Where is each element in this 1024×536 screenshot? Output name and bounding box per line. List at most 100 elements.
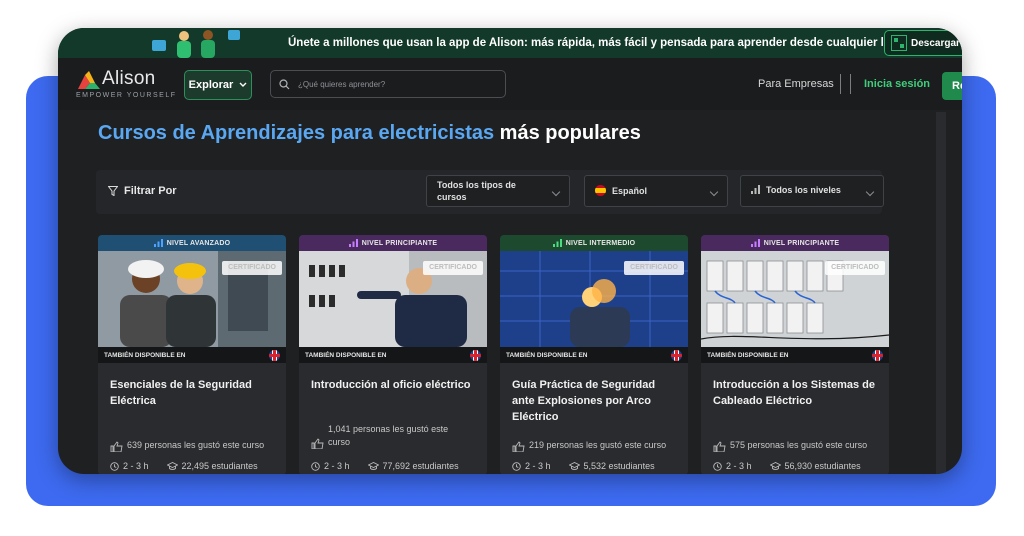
- level-text: NIVEL PRINCIPIANTE: [763, 239, 840, 247]
- spain-flag-icon: [595, 185, 606, 196]
- available-in-bar: TAMBIÉN DISPONIBLE EN: [98, 347, 286, 363]
- top-navigation: Alison EMPOWER YOURSELF Explorar Para Em…: [58, 58, 962, 110]
- level-text: NIVEL AVANZADO: [166, 239, 231, 247]
- course-likes: 639 personas les gustó este curso: [110, 439, 278, 452]
- level-bars-icon: [750, 239, 760, 247]
- thumbs-up-icon: [311, 438, 324, 449]
- course-title[interactable]: Introducción al oficio eléctrico: [311, 377, 479, 393]
- course-type-select[interactable]: Todos los tipos de cursos: [426, 175, 570, 207]
- clock-icon: [512, 461, 521, 471]
- course-duration: 2 - 3 h: [123, 461, 149, 471]
- level-text: NIVEL INTERMEDIO: [565, 239, 636, 247]
- course-likes: 1,041 personas les gustó este curso: [311, 423, 479, 449]
- available-in-bar: TAMBIÉN DISPONIBLE EN: [701, 347, 889, 363]
- chevron-down-icon: [709, 187, 719, 197]
- certificate-tag: CERTIFICADO: [222, 261, 282, 275]
- level-bars-icon: [153, 239, 163, 247]
- thumbs-up-icon: [110, 441, 123, 452]
- filter-label: Filtrar Por: [108, 185, 177, 197]
- banner-message: Únete a millones que usan la app de Alis…: [288, 36, 920, 49]
- level-select[interactable]: Todos los niveles: [740, 175, 884, 207]
- course-students: 77,692 estudiantes: [382, 461, 459, 471]
- clock-icon: [713, 461, 722, 471]
- course-type-value: Todos los tipos de cursos: [437, 180, 516, 202]
- course-card[interactable]: NIVEL PRINCIPIANTE CERTIFICADO TAMBIÉN D…: [299, 235, 487, 474]
- certificate-tag: CERTIFICADO: [423, 261, 483, 275]
- graduation-cap-icon: [166, 461, 178, 470]
- course-students: 22,495 estudiantes: [181, 461, 258, 471]
- thumbs-up-icon: [512, 441, 525, 452]
- course-duration: 2 - 3 h: [726, 461, 752, 471]
- course-card[interactable]: NIVEL AVANZADO CERTIFICADO TAMBIÉN DISPO…: [98, 235, 286, 474]
- course-students: 5,532 estudiantes: [583, 461, 655, 471]
- for-business-link[interactable]: Para Empresas: [758, 78, 834, 90]
- download-app-button[interactable]: Descargar: [884, 30, 962, 56]
- uk-flag-icon: [671, 349, 682, 361]
- graduation-cap-icon: [769, 461, 781, 470]
- logo-name: Alison: [102, 68, 156, 89]
- level-badge: NIVEL AVANZADO: [98, 235, 286, 251]
- available-label: TAMBIÉN DISPONIBLE EN: [104, 351, 186, 359]
- course-duration: 2 - 3 h: [525, 461, 551, 471]
- certificate-tag: CERTIFICADO: [624, 261, 684, 275]
- chevron-down-icon: [239, 82, 247, 87]
- course-meta: 2 - 3 h 22,495 estudiantes: [110, 461, 258, 471]
- course-card[interactable]: NIVEL PRINCIPIANTE CERTIFICADO TAMBIÉN D…: [701, 235, 889, 474]
- app-download-banner: Únete a millones que usan la app de Alis…: [58, 28, 962, 58]
- uk-flag-icon: [269, 349, 280, 361]
- course-card[interactable]: NIVEL INTERMEDIO CERTIFICADO TAMBIÉN DIS…: [500, 235, 688, 474]
- level-text: NIVEL PRINCIPIANTE: [361, 239, 438, 247]
- download-label: Descargar: [911, 37, 960, 49]
- clock-icon: [311, 461, 320, 471]
- level-badge: NIVEL PRINCIPIANTE: [299, 235, 487, 251]
- uk-flag-icon: [470, 349, 481, 361]
- course-meta: 2 - 3 h 77,692 estudiantes: [311, 461, 459, 471]
- level-badge: NIVEL PRINCIPIANTE: [701, 235, 889, 251]
- page-scrollbar[interactable]: [936, 112, 946, 474]
- available-in-bar: TAMBIÉN DISPONIBLE EN: [299, 347, 487, 363]
- course-likes: 219 personas les gustó este curso: [512, 439, 680, 452]
- graduation-cap-icon: [367, 461, 379, 470]
- course-meta: 2 - 3 h 5,532 estudiantes: [512, 461, 655, 471]
- uk-flag-icon: [872, 349, 883, 361]
- qr-code-icon: [891, 35, 907, 51]
- clock-icon: [110, 461, 119, 471]
- search-input[interactable]: [296, 78, 500, 90]
- course-title[interactable]: Introducción a los Sistemas de Cableado …: [713, 377, 881, 409]
- level-badge: NIVEL INTERMEDIO: [500, 235, 688, 251]
- available-label: TAMBIÉN DISPONIBLE EN: [707, 351, 789, 359]
- search-bar: [270, 70, 506, 98]
- people-illustration-icon: [152, 30, 240, 58]
- available-in-bar: TAMBIÉN DISPONIBLE EN: [500, 347, 688, 363]
- nav-divider: [840, 74, 841, 94]
- graduation-cap-icon: [568, 461, 580, 470]
- nav-divider: [850, 74, 851, 94]
- filter-funnel-icon: [108, 186, 118, 196]
- chevron-down-icon: [551, 187, 561, 197]
- level-bars-icon: [751, 185, 760, 194]
- certificate-tag: CERTIFICADO: [825, 261, 885, 275]
- login-link[interactable]: Inicia sesión: [864, 78, 930, 90]
- register-button[interactable]: Re: [942, 72, 962, 100]
- course-thumbnail: CERTIFICADO: [299, 251, 487, 347]
- explore-dropdown-button[interactable]: Explorar: [184, 70, 252, 100]
- available-label: TAMBIÉN DISPONIBLE EN: [305, 351, 387, 359]
- course-likes: 575 personas les gustó este curso: [713, 439, 881, 452]
- language-value: Español: [612, 186, 648, 196]
- course-title[interactable]: Guía Práctica de Seguridad ante Explosio…: [512, 377, 680, 425]
- level-bars-icon: [552, 239, 562, 247]
- thumbs-up-icon: [713, 441, 726, 452]
- course-title[interactable]: Esenciales de la Seguridad Eléctrica: [110, 377, 278, 409]
- course-thumbnail: CERTIFICADO: [701, 251, 889, 347]
- logo-tagline: EMPOWER YOURSELF: [76, 92, 177, 99]
- course-thumbnail: CERTIFICADO: [98, 251, 286, 347]
- level-bars-icon: [348, 239, 358, 247]
- search-icon: [279, 78, 290, 89]
- level-value: Todos los niveles: [766, 185, 841, 195]
- course-thumbnail: CERTIFICADO: [500, 251, 688, 347]
- filter-label-text: Filtrar Por: [124, 185, 177, 197]
- filter-bar: Filtrar Por Todos los tipos de cursos Es…: [96, 170, 884, 214]
- page-title-suffix: más populares: [499, 122, 641, 144]
- language-select[interactable]: Español: [584, 175, 728, 207]
- course-duration: 2 - 3 h: [324, 461, 350, 471]
